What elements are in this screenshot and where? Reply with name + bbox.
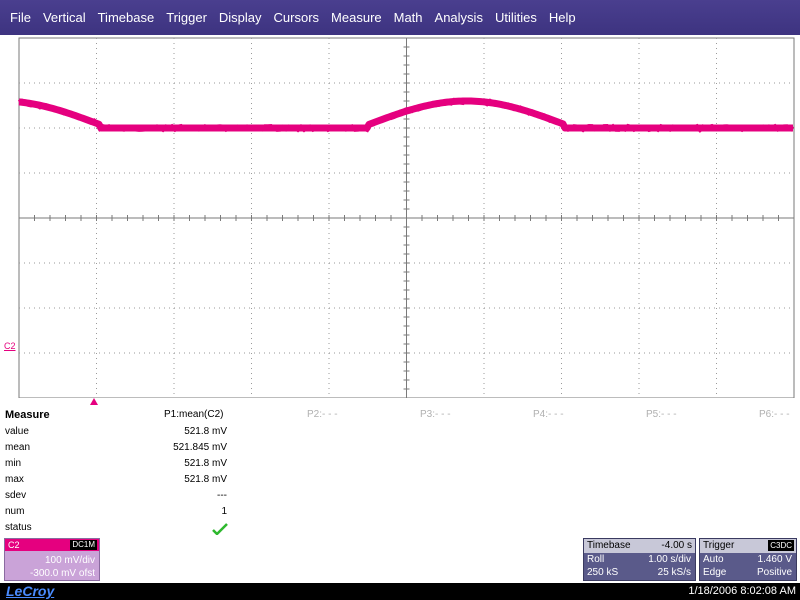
timebase-mode: Roll [587,553,604,566]
timebase-panel-header: Timebase -4.00 s [584,539,695,553]
c2-panel-header: C2 DC1M [5,539,99,551]
timebase-title: Timebase [587,540,631,551]
row-label-status: status [5,522,32,533]
p6-header[interactable]: P6:- - - [759,409,790,420]
row-label-max: max [5,474,24,485]
row-label-sdev: sdev [5,490,26,501]
c2-vdiv: 100 mV/div [5,554,99,567]
p1-mean: 521.845 mV [117,442,227,453]
menu-help[interactable]: Help [543,0,582,35]
menu-file[interactable]: File [4,0,37,35]
row-label-num: num [5,506,24,517]
lecroy-logo[interactable]: LeCroy [6,583,54,600]
p1-num: 1 [117,506,227,517]
menu-timebase[interactable]: Timebase [92,0,161,35]
trigger-row-2: Edge Positive [700,566,796,579]
trigger-channel-badge: C3DC [768,540,794,551]
timebase-samples: 250 kS [587,566,618,579]
p1-value: 521.8 mV [117,426,227,437]
menu-utilities[interactable]: Utilities [489,0,543,35]
p4-header[interactable]: P4:- - - [533,409,564,420]
p5-header[interactable]: P5:- - - [646,409,677,420]
p1-sdev: --- [117,490,227,501]
menu-cursors[interactable]: Cursors [268,0,326,35]
trigger-title: Trigger [703,540,734,551]
c2-offset: -300.0 mV ofst [5,567,99,580]
menu-bar: File Vertical Timebase Trigger Display Cursor… [0,0,800,35]
p1-min: 521.8 mV [117,458,227,469]
measure-title: Measure [5,409,50,421]
trigger-type: Edge [703,566,726,579]
measure-table: Measure P1:mean(C2) P2:- - - P3:- - - P4… [0,405,800,535]
row-label-mean: mean [5,442,30,453]
timebase-row-1: Roll 1.00 s/div [584,553,695,566]
row-label-min: min [5,458,21,469]
trigger-mode: Auto [703,553,724,566]
c2-descriptor-panel[interactable]: C2 DC1M 100 mV/div -300.0 mV ofst [4,538,100,581]
p1-max: 521.8 mV [117,474,227,485]
status-check-icon [212,523,228,535]
status-bar: LeCroy 1/18/2006 8:02:08 AM [0,583,800,600]
timebase-row-2: 250 kS 25 kS/s [584,566,695,579]
waveform-display[interactable] [18,37,799,398]
p3-header[interactable]: P3:- - - [420,409,451,420]
waveform-grid [18,37,799,398]
trigger-position-marker[interactable] [90,398,98,405]
date-time: 1/18/2006 8:02:08 AM [688,583,796,600]
timebase-rate: 25 kS/s [658,566,691,579]
menu-trigger[interactable]: Trigger [160,0,213,35]
timebase-tdiv: 1.00 s/div [648,553,691,566]
c2-coupling-badge: DC1M [70,540,97,550]
menu-measure[interactable]: Measure [325,0,388,35]
timebase-delay: -4.00 s [661,540,692,551]
trigger-slope: Positive [757,566,792,579]
menu-vertical[interactable]: Vertical [37,0,92,35]
trigger-row-1: Auto 1.460 V [700,553,796,566]
c2-panel-name: C2 [8,539,20,551]
row-label-value: value [5,426,29,437]
trigger-panel-header: Trigger C3DC [700,539,796,553]
menu-display[interactable]: Display [213,0,268,35]
menu-math[interactable]: Math [388,0,429,35]
p1-header[interactable]: P1:mean(C2) [164,409,223,420]
trigger-level: 1.460 V [758,553,792,566]
p2-header[interactable]: P2:- - - [307,409,338,420]
timebase-descriptor-panel[interactable]: Timebase -4.00 s Roll 1.00 s/div 250 kS … [583,538,696,581]
channel-ground-marker[interactable]: C2 [4,341,16,351]
menu-analysis[interactable]: Analysis [429,0,489,35]
trigger-descriptor-panel[interactable]: Trigger C3DC Auto 1.460 V Edge Positive [699,538,797,581]
